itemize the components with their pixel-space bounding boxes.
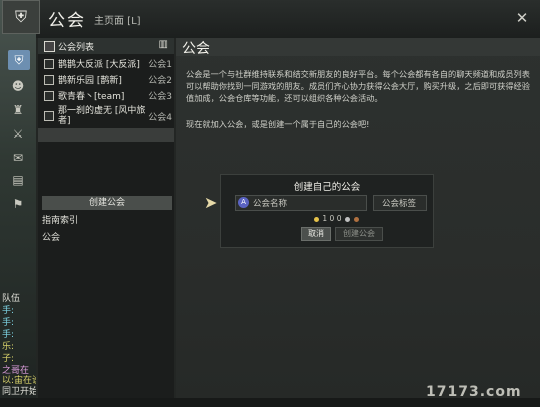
create-guild-button[interactable]: 创建公会 [42,196,172,210]
silver-coin-icon [344,216,350,222]
guild-tag-input[interactable]: 公会标签 [373,195,427,211]
guide-index-link[interactable]: 指南索引 [42,213,78,226]
guild-list-item[interactable]: 鹊鹊大反派 [大反派] 公会1 [38,55,174,71]
join-prompt: 现在就加入公会，或是创建一个属于自己的公会吧! [186,119,370,129]
guild-list-item[interactable]: 那一刹的虚无 [风中旅者] 公会4 [38,104,174,126]
chat-line: 乐: [2,342,15,352]
chat-line: 手: [2,330,15,340]
chat-line: 手: [2,318,15,328]
swords-icon[interactable]: ⚔ [10,126,26,142]
side-nav-strip: ⛨ ☻ ♜ ⚔ ✉ ▤ ⚑ 队伍 手: 手: 手: 乐: 子: 之哥在 以:宙在… [0,0,41,407]
guild-list-panel: 公会列表 ▥ 鹊鹊大反派 [大反派] 公会1 鹊新乐园 [鹊新] 公会2 歌青春… [38,38,174,398]
create-guild-submit-button[interactable]: 创建公会 [335,227,383,241]
guild-tag-placeholder: 公会标签 [382,199,417,209]
castle-icon[interactable]: ♜ [10,102,26,118]
title-bar[interactable]: ⛨ 公会 主页面 [L] ✕ [2,0,540,38]
guild-checkbox[interactable] [44,111,54,121]
guild-list-header[interactable]: 公会列表 ▥ [38,38,174,54]
close-icon[interactable]: ✕ [514,10,530,26]
main-title: 公会 [182,41,210,57]
guild-name: 那一刹的虚无 [风中旅者] [58,106,146,126]
guild-list-item[interactable]: 鹊新乐园 [鹊新] 公会2 [38,71,174,87]
book-icon[interactable]: ▥ [159,39,168,50]
guild-slot: 公会3 [148,92,172,102]
chat-line: 同卫开始 [2,387,39,397]
guild-name: 歌青春丶[team] [58,92,125,102]
guild-checkbox[interactable] [44,59,54,69]
cancel-button[interactable]: 取消 [301,227,331,241]
guild-checkbox[interactable] [44,75,54,85]
guild-shield-icon[interactable]: ⛨ [8,50,30,70]
guild-list-label: 公会列表 [58,43,95,53]
window-subtitle: 主页面 [L] [94,16,141,27]
chat-line: 子: [2,354,15,364]
guild-description: 公会是一个与社群维持联系和结交新朋友的良好平台。每个公会都有各自的聊天频道和成员… [186,69,530,103]
creation-cost: 1 0 0 [313,214,360,223]
guild-slot: 公会4 [148,113,172,123]
collapse-toggle-icon[interactable] [44,41,55,52]
watermark: 17173.com [426,384,522,400]
guild-name-input[interactable]: A 公会名称 [235,195,367,211]
guild-a-icon: A [238,197,249,208]
chat-line: 队伍 [2,294,21,304]
guild-window: ⛨ 公会 主页面 [L] ✕ 公会列表 ▥ 鹊鹊大反派 [大反派] 公会1 鹊新… [2,0,540,407]
people-icon[interactable]: ☻ [10,78,26,94]
guild-emblem-icon: ⛨ [2,0,40,34]
list-selection-bar [38,128,174,142]
chat-line: 手: [2,306,15,316]
dialog-title: 创建自己的公会 [293,182,361,193]
scroll-icon[interactable]: ▤ [10,172,26,188]
guild-name: 鹊新乐园 [鹊新] [58,76,122,86]
cost-value: 1 0 0 [322,214,342,223]
mouse-cursor-icon: ➤ [204,193,218,212]
guild-slot: 公会2 [148,76,172,86]
guild-name: 鹊鹊大反派 [大反派] [58,60,140,70]
chat-icon[interactable]: ✉ [10,150,26,166]
banner-icon[interactable]: ⚑ [10,196,26,212]
guild-slot: 公会1 [148,60,172,70]
guild-checkbox[interactable] [44,91,54,101]
main-header: 公会 [176,38,540,57]
copper-coin-icon [354,216,360,222]
window-title: 公会 [48,11,86,31]
create-guild-dialog: 创建自己的公会 A 公会名称 公会标签 1 0 0 取消 创建公会 [220,174,434,248]
gold-coin-icon [314,216,319,222]
guild-main-panel: 公会 公会是一个与社群维持联系和结交新朋友的良好平台。每个公会都有各自的聊天频道… [176,38,540,398]
guild-name-placeholder: 公会名称 [253,199,288,209]
guild-list-item[interactable]: 歌青春丶[team] 公会3 [38,87,174,103]
guild-link[interactable]: 公会 [42,230,60,243]
